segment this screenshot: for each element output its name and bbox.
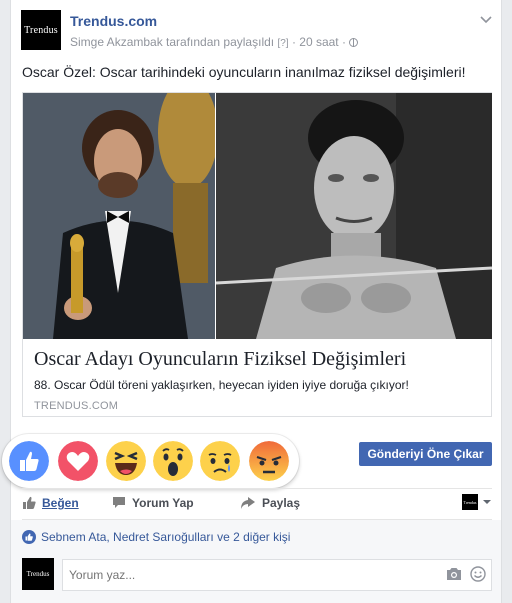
post-header: Trendus Trendus.com Simge Akzambak taraf… [11,0,501,56]
post-card: Trendus Trendus.com Simge Akzambak taraf… [2,0,502,603]
reaction-sad-icon[interactable] [200,441,240,481]
boost-post-button[interactable]: Gönderiyi Öne Çıkar [359,442,492,466]
thumbs-up-icon [23,496,36,509]
help-mark[interactable]: [?] [277,38,288,49]
share-label: Paylaş [262,496,301,510]
link-domain: TRENDUS.COM [34,400,119,412]
post-text: Oscar Özel: Oscar tarihindeki oyuncuları… [22,64,466,80]
reaction-like-icon[interactable] [9,441,49,481]
page-name-link[interactable]: Trendus.com [70,13,157,29]
shared-by-text[interactable]: Simge Akzambak tarafından paylaşıldı [70,35,274,49]
raging-bull-photo[interactable] [216,93,492,339]
comment-label: Yorum Yap [132,496,194,510]
share-icon [241,497,255,509]
comment-composer: Trendus [22,558,492,592]
link-title[interactable]: Oscar Adayı Oyuncuların Fiziksel Değişim… [34,348,406,371]
action-bar: Beğen Yorum Yap Paylaş Trendus [22,488,492,520]
oscar-photo[interactable] [23,93,215,339]
camera-icon[interactable] [446,567,462,581]
share-button[interactable]: Paylaş [240,496,300,510]
link-preview[interactable]: Oscar Adayı Oyuncuların Fiziksel Değişim… [22,92,492,417]
globe-icon[interactable] [349,38,359,47]
page-identity-switcher[interactable]: Trendus [462,494,492,510]
comment-icon [113,497,125,508]
caret-down-icon [483,500,491,504]
post-meta: Simge Akzambak tarafından paylaşıldı [?]… [70,35,359,49]
link-description: 88. Oscar Ödül töreni yaklaşırken, heyec… [34,378,409,392]
comment-button[interactable]: Yorum Yap [112,496,194,510]
likers-summary[interactable]: Sebnem Ata, Nedret Sarıoğulları ve 2 diğ… [22,530,290,544]
reactions-bar [2,434,299,488]
page-avatar[interactable]: Trendus [21,10,61,50]
reaction-wow-icon[interactable] [153,441,193,481]
page-mini-avatar: Trendus [462,494,478,510]
reaction-angry-icon[interactable] [249,441,289,481]
like-badge-icon [22,530,36,544]
likers-text[interactable]: Sebnem Ata, Nedret Sarıoğulları ve 2 diğ… [41,530,290,544]
reaction-haha-icon[interactable] [106,441,146,481]
meta-separator-2: · [342,35,346,49]
like-label: Beğen [42,496,79,510]
like-button[interactable]: Beğen [22,496,79,510]
post-timestamp[interactable]: 20 saat [299,35,338,49]
post-footer: Sebnem Ata, Nedret Sarıoğulları ve 2 diğ… [11,520,501,603]
chevron-down-icon[interactable] [479,12,493,26]
reaction-love-icon[interactable] [58,441,98,481]
meta-separator: · [291,35,296,49]
comment-input[interactable] [62,559,492,591]
commenter-avatar: Trendus [22,558,54,590]
emoji-icon[interactable] [470,566,486,582]
